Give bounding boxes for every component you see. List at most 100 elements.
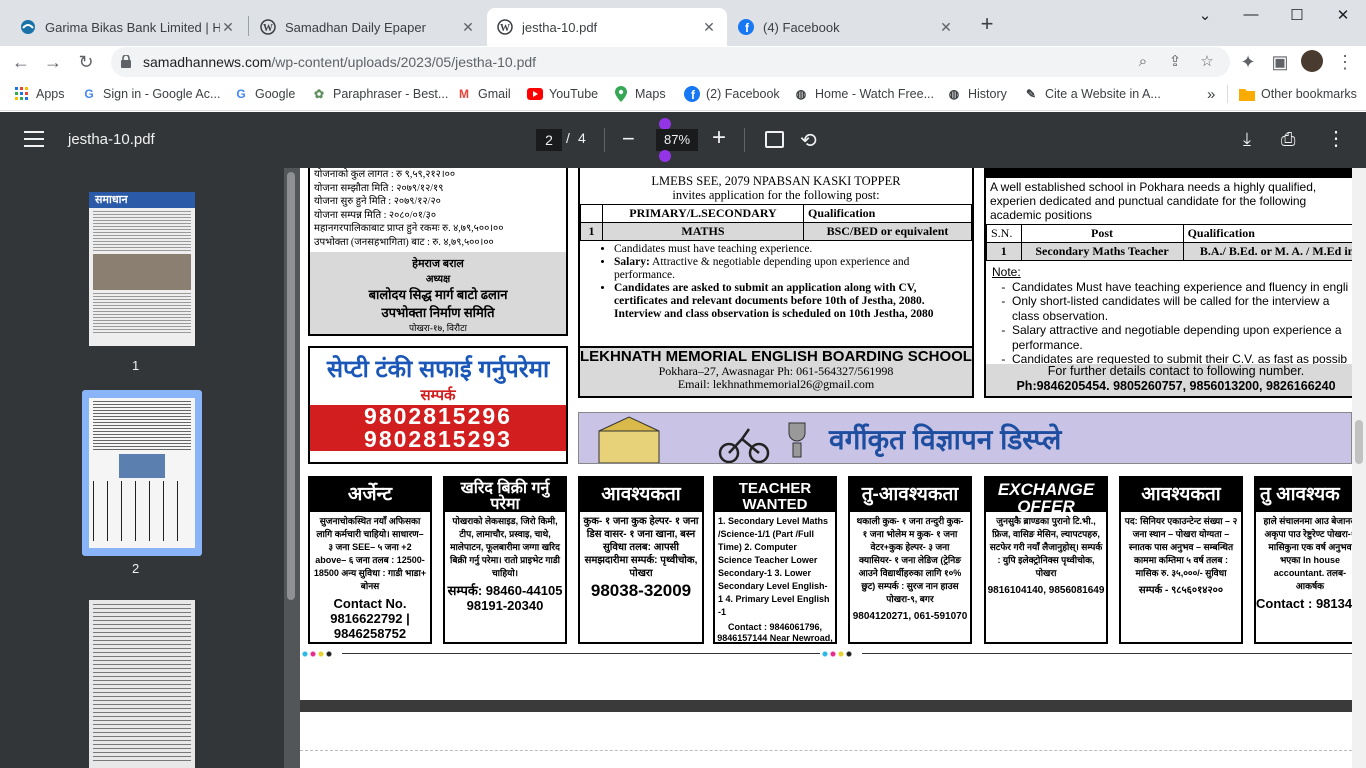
bookmark-apps[interactable]: Apps (14, 85, 65, 103)
page-thumbnail-3[interactable] (89, 600, 195, 768)
notice-line: योजनाको कुल लागत : रु ९,५९,२१२।०० (314, 169, 456, 180)
sidebar-scrollbar[interactable] (284, 168, 298, 768)
zoom-in-icon[interactable]: + (712, 124, 726, 152)
urgent-further: For further details contact to following… (1047, 364, 1305, 378)
close-icon[interactable]: ✕ (220, 19, 236, 35)
new-tab-button[interactable]: + (975, 13, 999, 37)
ad-title: TEACHER WANTED URGENTLY (715, 478, 835, 529)
minimize-icon[interactable]: — (1228, 6, 1274, 28)
globe-icon: ◍ (948, 87, 960, 101)
bookmark-google[interactable]: G Google (233, 85, 295, 103)
address-bar[interactable]: samadhannews.com/wp-content/uploads/2023… (111, 47, 1230, 77)
scrollbar-thumb[interactable] (287, 172, 295, 600)
septic-tank-ad: सेप्टी टंकी सफाई गर्नुपरेमा सम्पर्क 9802… (308, 346, 568, 464)
ad-title: आवश्यकता (1121, 478, 1241, 512)
lmebs-vacancy-ad: LMEBS SEE, 2079 NPABSAN KASKI TOPPER inv… (578, 168, 974, 398)
ad-contact: 98038-32009 (590, 581, 692, 600)
bookmark-gmail[interactable]: M Gmail (456, 85, 511, 103)
page-thumbnail-1[interactable]: समाधान (89, 192, 195, 346)
bookmark-paraphraser[interactable]: ✿ Paraphraser - Best... (311, 85, 448, 103)
globe-icon: ◍ (795, 87, 807, 101)
urgent-post-table: S.N. Post Qualification 1 Secondary Maths T… (986, 224, 1352, 261)
rotate-icon[interactable]: ⟲ (800, 128, 817, 153)
fit-page-icon[interactable] (765, 131, 784, 148)
more-actions-icon[interactable]: ⋮ (1326, 126, 1346, 151)
print-icon[interactable]: ⎙ (1281, 129, 1295, 150)
close-icon[interactable]: ✕ (460, 19, 476, 35)
side-panel-icon[interactable]: ▣ (1267, 49, 1293, 75)
lmebs-post-table: PRIMARY/L.SECONDARY Qualification 1 MATHS B… (580, 204, 972, 241)
download-icon[interactable]: ⤓ (1243, 129, 1251, 150)
apps-grid-icon (14, 86, 30, 102)
thumbnail-number: 1 (132, 358, 140, 373)
ad-body: पद: सिनियर एकाउन्टेन्ट संख्या – २ जना स्… (1124, 516, 1238, 578)
star-icon[interactable]: ☆ (1196, 51, 1218, 73)
bookmark-youtube[interactable]: YouTube (527, 85, 598, 103)
committee-type: उपभोक्ता निर्माण समिति (381, 305, 495, 320)
url-path: /wp-content/uploads/2023/05/jestha-10.pd… (271, 54, 537, 70)
maps-pin-icon (613, 86, 629, 102)
reload-icon[interactable]: ↻ (73, 49, 99, 75)
maximize-icon[interactable]: ☐ (1274, 6, 1320, 28)
teacher-wanted-ad: A well established school in Pokhara nee… (984, 168, 1352, 398)
page-bottom-bar (300, 700, 1352, 712)
classified-ad-1: अर्जेन्ट आवश्यकता सुजनाचोकस्थित नयाँ अफिस… (308, 476, 432, 644)
youtube-icon (527, 86, 543, 102)
close-icon[interactable]: ✕ (938, 19, 954, 35)
bookmark-cite[interactable]: ✎ Cite a Website in A... (1023, 85, 1161, 103)
more-bookmarks-chevron-icon[interactable]: » (1207, 85, 1215, 103)
ad-title: आवश्यकता (580, 478, 702, 512)
chrome-menu-icon[interactable]: ⋮ (1332, 49, 1358, 75)
tab-garima[interactable]: Garima Bikas Bank Limited | Hom ✕ (10, 8, 246, 46)
scrollbar-thumb[interactable] (1355, 420, 1363, 464)
url-text[interactable]: samadhannews.com/wp-content/uploads/2023… (143, 54, 536, 70)
lock-icon (121, 55, 131, 68)
bookmark-google-signin[interactable]: G Sign in - Google Ac... (81, 85, 220, 103)
banner-illustration (598, 416, 806, 463)
close-window-icon[interactable]: ✕ (1320, 6, 1366, 28)
tab-facebook[interactable]: f (4) Facebook ✕ (728, 8, 964, 46)
wordpress-icon: W (497, 19, 513, 35)
profile-avatar[interactable] (1301, 50, 1323, 72)
ad-contact: Contact : 9846061796, 9846157144 Near Ne… (717, 622, 833, 643)
folder-icon (1239, 86, 1255, 102)
ad-title: खरिद बिक्री गर्नु परेमा (445, 478, 565, 513)
svg-text:W: W (500, 23, 510, 34)
table-cell: MATHS (602, 222, 804, 241)
facebook-icon: f (738, 19, 754, 35)
pdf-toolbar: jestha-10.pdf 2 / 4 − 87% + ⟲ ⤓ ⎙ ⋮ (0, 112, 1366, 168)
extensions-icon[interactable]: ✦ (1235, 49, 1261, 75)
forward-icon[interactable]: → (40, 49, 66, 75)
classified-banner: वर्गीकृत विज्ञापन डिस्प्ले (578, 412, 1352, 464)
bookmark-facebook[interactable]: f (2) Facebook (684, 85, 780, 103)
bookmark-label: Home - Watch Free... (815, 87, 935, 101)
page-thumbnail-2[interactable] (89, 398, 195, 548)
pdf-viewer: योजनाको कुल लागत : रु ९,५९,२१२।०० योजना … (298, 168, 1352, 768)
drag-handle-bottom[interactable] (659, 150, 671, 162)
zoom-icon[interactable]: ⌕ (1132, 51, 1154, 73)
back-icon[interactable]: ← (8, 49, 34, 75)
ad-body: कुक- १ जना कुक हेल्पर- १ जना डिस वासर- १… (583, 516, 699, 579)
bookmark-history[interactable]: ◍ History (946, 85, 1007, 103)
bookmark-label: (2) Facebook (706, 87, 780, 101)
close-icon[interactable]: ✕ (701, 19, 717, 35)
tab-jestha-pdf[interactable]: W jestha-10.pdf ✕ (487, 8, 727, 46)
ad-body: हाले संचालनमा आउ बेजानस अकृपा पाउ रेष्टु… (1263, 516, 1352, 591)
bookmark-home-watch[interactable]: ◍ Home - Watch Free... (793, 85, 934, 103)
tab-search-chevron-icon[interactable]: ⌄ (1182, 6, 1228, 28)
toolbar-divider (604, 128, 605, 152)
bookmark-maps[interactable]: Maps (613, 85, 666, 103)
main-scrollbar[interactable] (1352, 168, 1366, 768)
ad-contact: Contact : 98134-134 (1256, 596, 1352, 611)
other-bookmarks[interactable]: Other bookmarks (1239, 85, 1357, 103)
urgent-intro: A well established school in Pokhara nee… (990, 180, 1317, 222)
committee-name: बालोदय सिद्ध मार्ग बाटो ढलान (368, 287, 508, 302)
zoom-out-icon[interactable]: − (622, 126, 635, 152)
tab-samadhan[interactable]: W Samadhan Daily Epaper ✕ (250, 8, 486, 46)
share-icon[interactable]: ⇪ (1164, 51, 1186, 73)
zoom-level-input[interactable]: 87% (656, 129, 698, 151)
page-number-input[interactable]: 2 (536, 129, 562, 151)
lmebs-line: LMEBS SEE, 2079 NPABSAN KASKI TOPPER (651, 174, 901, 188)
sidebar-menu-icon[interactable] (24, 131, 44, 149)
tab-divider (248, 16, 249, 36)
